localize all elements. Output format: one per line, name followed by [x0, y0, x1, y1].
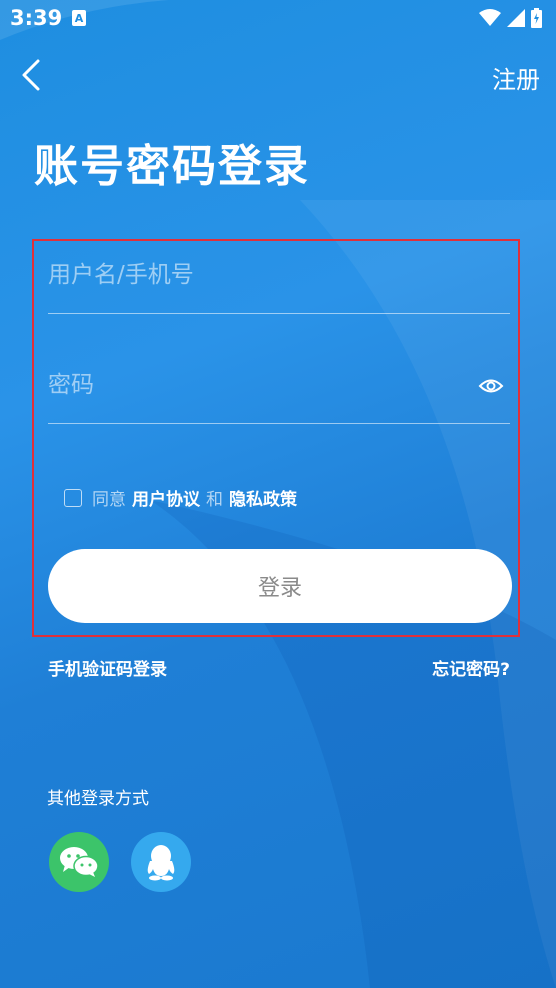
agree-and: 和: [206, 490, 223, 510]
wechat-login-button[interactable]: [49, 832, 109, 892]
agreement-row: 同意 用户协议 和 隐私政策: [64, 485, 303, 510]
wifi-icon: [479, 9, 501, 26]
login-form: 同意 用户协议 和 隐私政策 登录: [32, 239, 520, 637]
battery-icon: [531, 8, 542, 28]
notification-app-icon: A: [72, 10, 86, 26]
agree-prefix: 同意: [92, 490, 126, 510]
status-bar: 3:39 A: [0, 0, 556, 36]
password-field-container: [48, 353, 510, 424]
qq-login-button[interactable]: [131, 832, 191, 892]
username-input[interactable]: [48, 245, 468, 305]
qq-icon: [147, 845, 175, 881]
status-time: 3:39: [10, 6, 63, 30]
signal-icon: [507, 9, 525, 27]
back-arrow-icon[interactable]: [18, 58, 46, 92]
privacy-policy-link[interactable]: 隐私政策: [229, 485, 297, 510]
page-title: 账号密码登录: [34, 141, 310, 192]
other-login-title: 其他登录方式: [47, 789, 149, 809]
sms-login-link[interactable]: 手机验证码登录: [48, 655, 167, 680]
username-field-container: [48, 243, 510, 314]
login-button[interactable]: 登录: [48, 549, 512, 623]
eye-icon[interactable]: [478, 373, 504, 399]
status-icons: [479, 8, 542, 28]
user-agreement-link[interactable]: 用户协议: [132, 485, 200, 510]
password-input[interactable]: [48, 355, 468, 415]
agree-checkbox[interactable]: [64, 488, 82, 507]
register-link[interactable]: 注册: [492, 60, 540, 95]
wechat-icon: [60, 847, 99, 877]
forgot-password-link[interactable]: 忘记密码?: [432, 655, 510, 680]
